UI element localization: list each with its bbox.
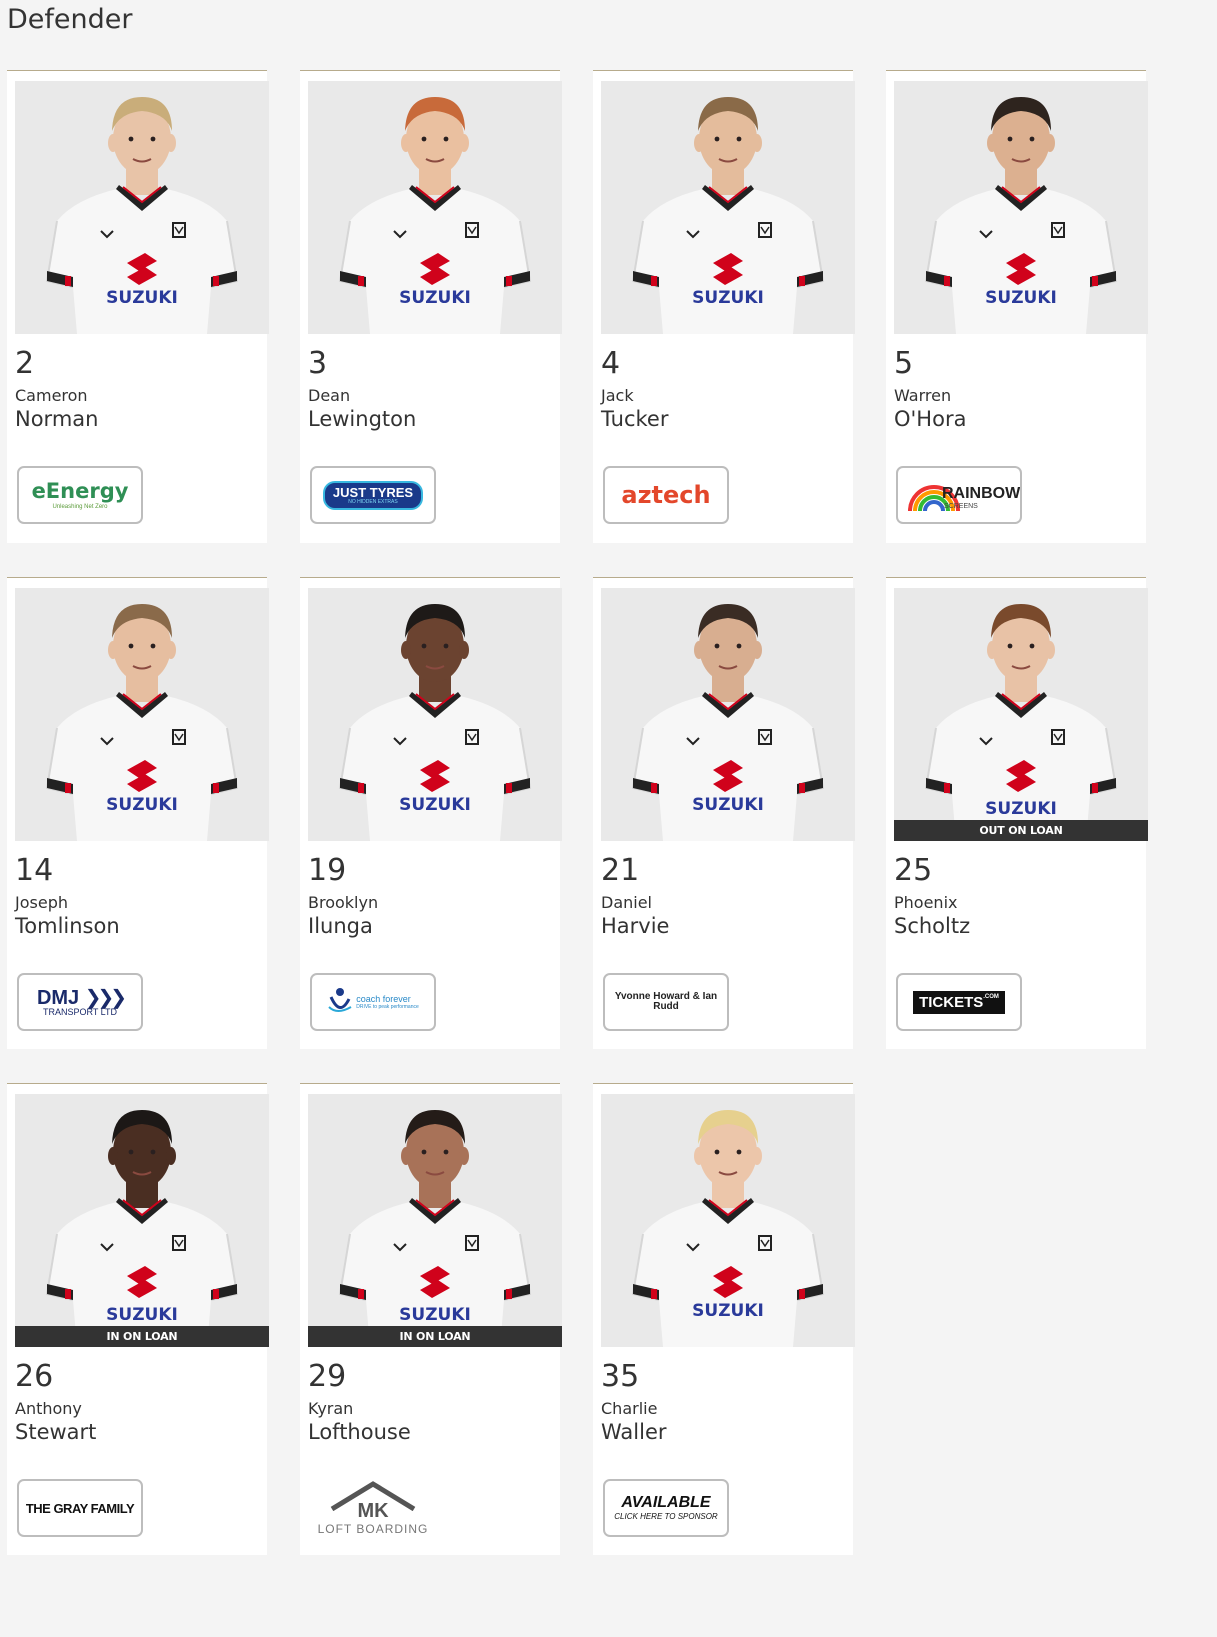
player-card[interactable]: SUZUKI 14 Joseph Tomlinson DMJ ❯❯❯ TRANSP… [7,577,269,1049]
svg-text:SUZUKI: SUZUKI [985,799,1057,819]
player-last-name[interactable]: O'Hora [894,407,966,431]
player-photo[interactable]: SUZUKI [601,1094,855,1347]
player-card[interactable]: SUZUKI 21 Daniel Harvie Yvonne Howard & … [593,577,855,1049]
sponsor-tagline: NO HIDDEN EXTRAS [348,498,398,505]
player-card[interactable]: SUZUKI 19 Brooklyn Ilunga coach forever D… [300,577,562,1049]
player-first-name: Joseph [15,893,68,912]
sponsor-tagline: CLICK HERE TO SPONSOR [614,1512,718,1521]
sponsor-name: MK [357,1500,389,1522]
player-sponsor-logo[interactable]: Yvonne Howard & Ian Rudd [603,973,729,1031]
squad-number: 14 [15,853,54,888]
player-last-name[interactable]: Stewart [15,1420,96,1444]
loan-status-badge: IN ON LOAN [15,1326,269,1347]
svg-text:SUZUKI: SUZUKI [399,288,471,308]
sponsor-name: coach forever [356,994,411,1004]
player-photo[interactable]: SUZUKI [15,588,269,841]
player-photo[interactable]: SUZUKI IN ON LOAN [308,1094,562,1347]
player-photo[interactable]: SUZUKI [308,81,562,334]
player-last-name[interactable]: Tomlinson [15,914,120,938]
sponsor-name: THE GRAY FAMILY [25,1500,135,1516]
section-title: Defender [7,4,133,35]
squad-number: 26 [15,1359,54,1394]
svg-text:SUZUKI: SUZUKI [106,1305,178,1325]
player-sponsor-logo[interactable]: aztech [603,466,729,524]
player-sponsor-logo[interactable]: MK LOFT BOARDING [310,1479,436,1537]
player-sponsor-logo[interactable]: AVAILABLE CLICK HERE TO SPONSOR [603,1479,729,1537]
sponsor-tagline: TRANSPORT LTD [42,1006,117,1017]
player-first-name: Warren [894,386,952,405]
loan-status-badge: IN ON LOAN [308,1326,562,1347]
squad-number: 29 [308,1359,347,1394]
svg-text:SUZUKI: SUZUKI [106,288,178,308]
player-first-name: Daniel [601,893,652,912]
svg-text:SUZUKI: SUZUKI [985,288,1057,308]
squad-number: 4 [601,346,621,381]
player-card[interactable]: SUZUKI OUT ON LOAN 25 Phoenix Scholtz TI… [886,577,1148,1049]
player-first-name: Kyran [308,1399,354,1418]
svg-text:SUZUKI: SUZUKI [399,795,471,815]
player-last-name[interactable]: Lofthouse [308,1420,411,1444]
player-card[interactable]: SUZUKI 4 Jack Tucker aztech [593,70,855,543]
sponsor-name: eEnergy [31,478,129,503]
player-card[interactable]: SUZUKI IN ON LOAN 29 Kyran Lofthouse MK … [300,1083,562,1555]
player-sponsor-logo[interactable]: DMJ ❯❯❯ TRANSPORT LTD [17,973,143,1031]
player-sponsor-logo[interactable]: RAINBOW SCREENS [896,466,1022,524]
svg-text:SUZUKI: SUZUKI [399,1305,471,1325]
player-first-name: Cameron [15,386,88,405]
squad-number: 2 [15,346,35,381]
player-photo[interactable]: SUZUKI [894,81,1148,334]
squad-number: 21 [601,853,640,888]
player-sponsor-logo[interactable]: TICKETS.COM [896,973,1022,1031]
player-card[interactable]: SUZUKI 35 Charlie Waller AVAILABLE CLICK … [593,1083,855,1555]
sponsor-name: Yvonne Howard & Ian Rudd [614,991,718,1012]
sponsor-tagline: DRIVE to peak performance [356,1004,419,1010]
player-photo[interactable]: SUZUKI [15,81,269,334]
player-card[interactable]: SUZUKI 2 Cameron Norman eEnergy Unleashin… [7,70,269,543]
player-card[interactable]: SUZUKI IN ON LOAN 26 Anthony Stewart THE… [7,1083,269,1555]
player-first-name: Jack [601,386,634,405]
squad-number: 3 [308,346,328,381]
player-first-name: Brooklyn [308,893,379,912]
squad-number: 25 [894,853,933,888]
sponsor-tagline: Unleashing Net Zero [52,503,108,510]
squad-number: 19 [308,853,347,888]
squad-number: 35 [601,1359,640,1394]
player-photo[interactable]: SUZUKI [308,588,562,841]
player-sponsor-logo[interactable]: eEnergy Unleashing Net Zero [17,466,143,524]
player-last-name[interactable]: Tucker [601,407,668,431]
sponsor-name: TICKETS.COM [913,990,1005,1014]
player-photo[interactable]: SUZUKI [601,81,855,334]
player-last-name[interactable]: Waller [601,1420,667,1444]
player-photo[interactable]: SUZUKI IN ON LOAN [15,1094,269,1347]
sponsor-name: aztech [621,481,711,509]
player-card[interactable]: SUZUKI 3 Dean Lewington JUST TYRES NO HID… [300,70,562,543]
player-last-name[interactable]: Scholtz [894,914,970,938]
player-sponsor-logo[interactable]: JUST TYRES NO HIDDEN EXTRAS [310,466,436,524]
squad-number: 5 [894,346,914,381]
sponsor-name: AVAILABLE [621,1494,711,1511]
player-first-name: Charlie [601,1399,658,1418]
player-sponsor-logo[interactable]: THE GRAY FAMILY [17,1479,143,1537]
player-last-name[interactable]: Ilunga [308,914,373,938]
sponsor-tagline: SCREENS [944,503,978,510]
svg-text:SUZUKI: SUZUKI [692,795,764,815]
player-last-name[interactable]: Harvie [601,914,669,938]
sponsor-name: RAINBOW [942,485,1021,502]
player-first-name: Dean [308,386,351,405]
svg-text:SUZUKI: SUZUKI [692,288,764,308]
sponsor-tagline: LOFT BOARDING [317,1522,429,1536]
svg-text:SUZUKI: SUZUKI [106,795,178,815]
player-sponsor-logo[interactable]: coach forever DRIVE to peak performance [310,973,436,1031]
player-photo[interactable]: SUZUKI OUT ON LOAN [894,588,1148,841]
player-photo[interactable]: SUZUKI [601,588,855,841]
sponsor-name: DMJ ❯❯❯ [36,986,127,1009]
svg-text:SUZUKI: SUZUKI [692,1301,764,1321]
player-first-name: Anthony [15,1399,82,1418]
player-last-name[interactable]: Norman [15,407,98,431]
player-first-name: Phoenix [894,893,958,912]
player-card[interactable]: SUZUKI 5 Warren O'Hora RAINBOW SCREENS [886,70,1148,543]
loan-status-badge: OUT ON LOAN [894,820,1148,841]
player-last-name[interactable]: Lewington [308,407,416,431]
sponsor-name: JUST TYRES [332,484,414,500]
